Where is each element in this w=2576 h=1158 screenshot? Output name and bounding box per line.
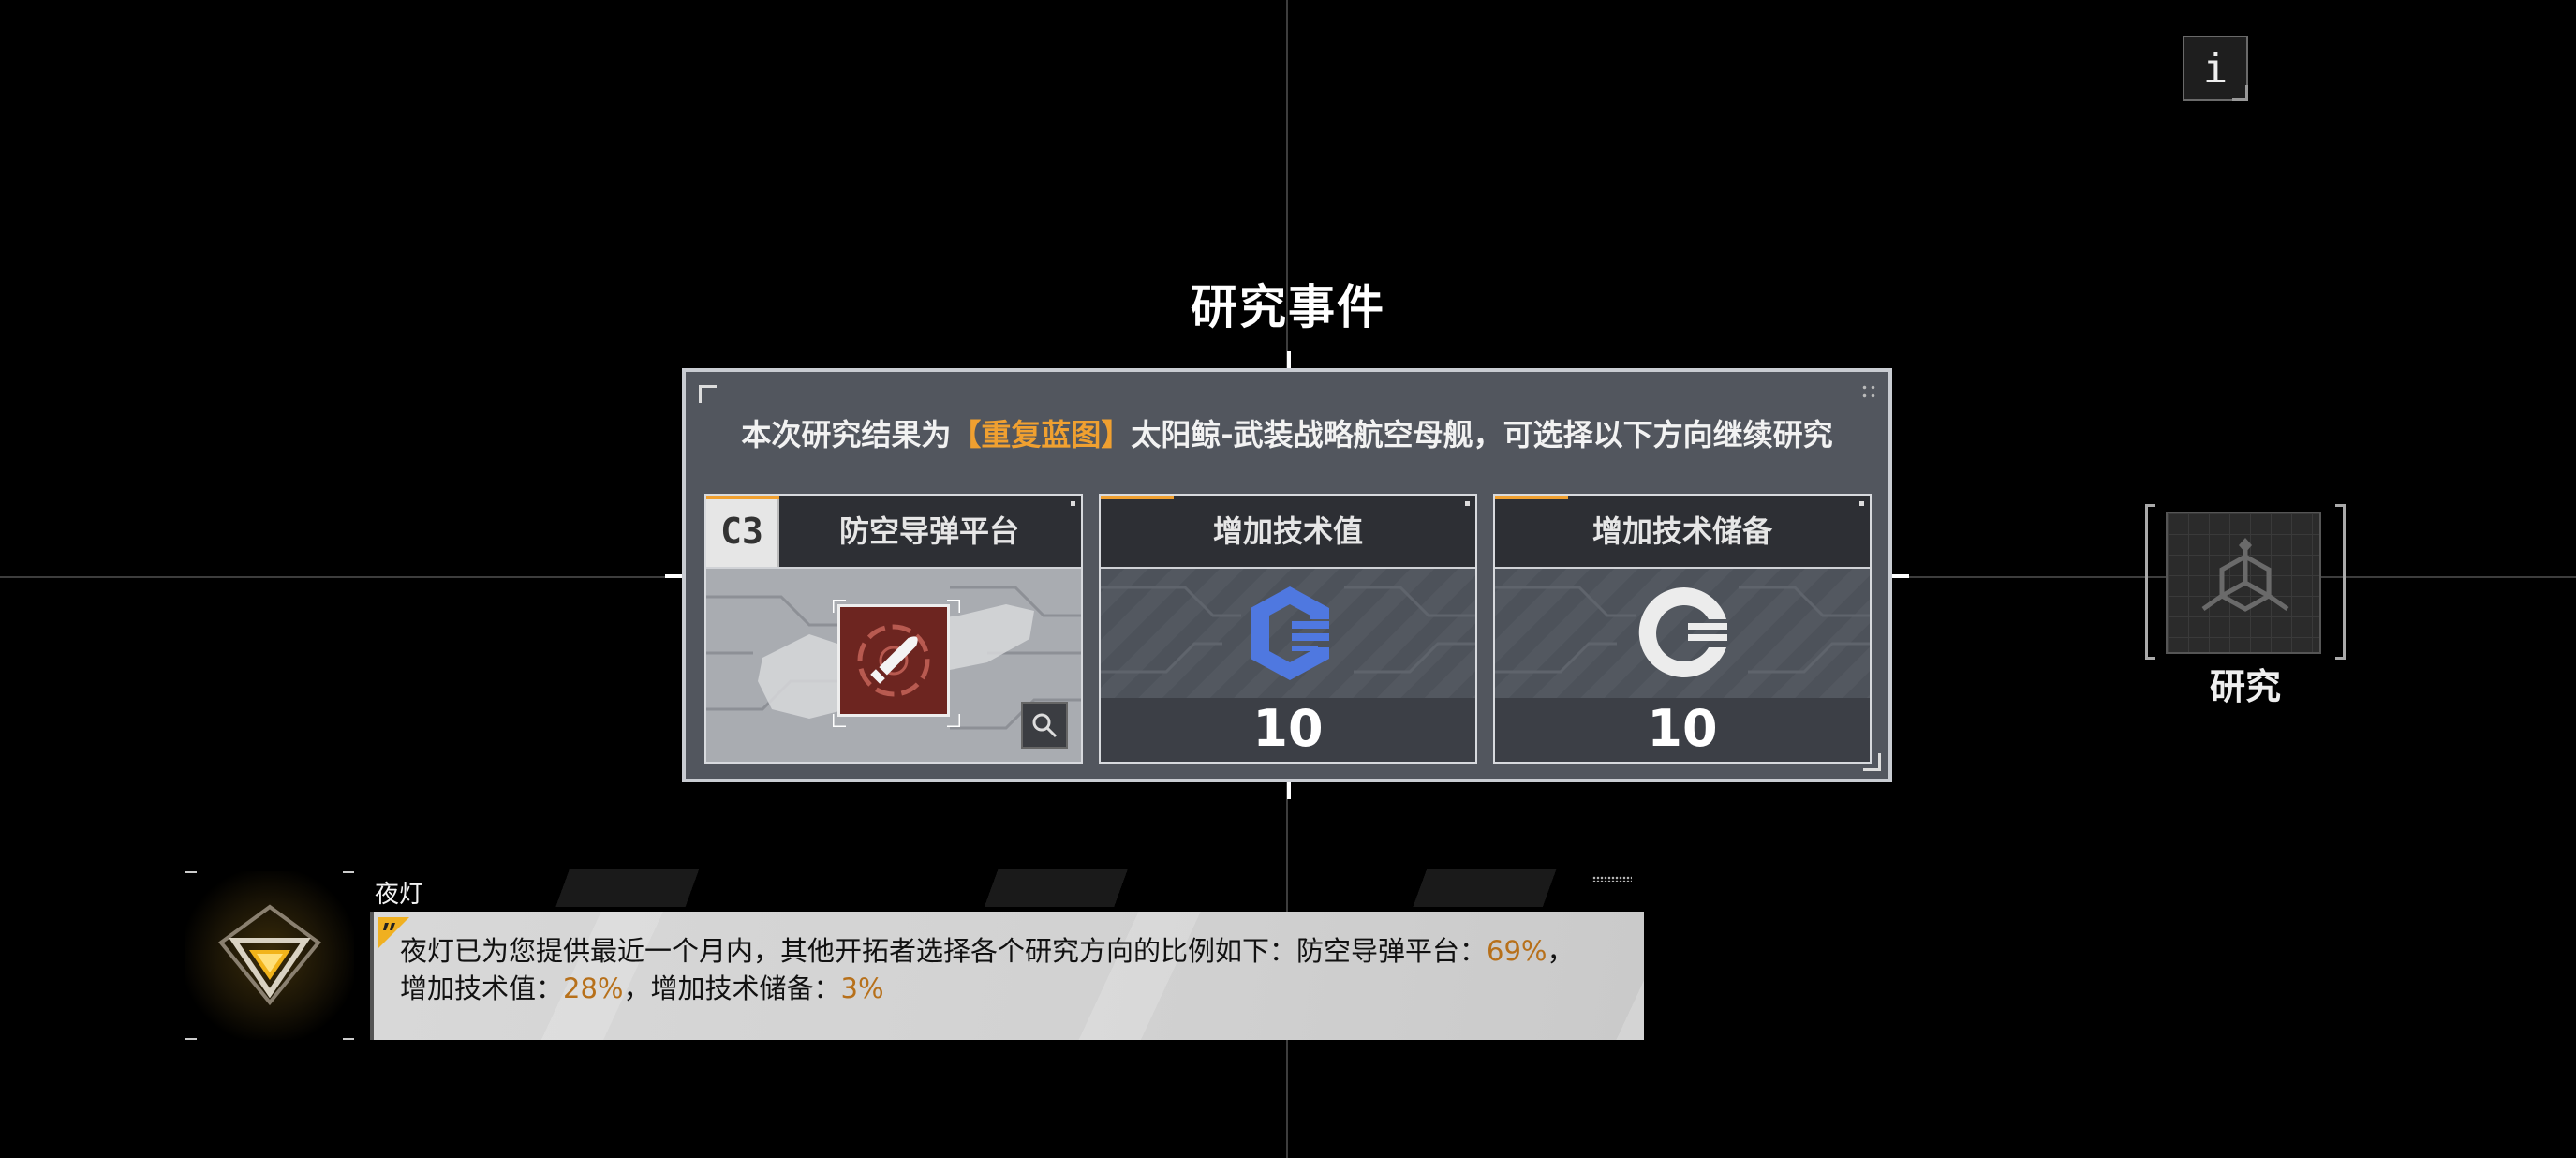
panel-tick-top	[1287, 351, 1291, 368]
dialog-box[interactable]: 夜灯已为您提供最近一个月内，其他开拓者选择各个研究方向的比例如下：防空导弹平台：…	[370, 912, 1644, 1040]
page-title: 研究事件	[1191, 280, 1385, 334]
panel-dots-decoration	[1860, 383, 1877, 400]
panel-tick-right	[1892, 574, 1909, 578]
research-label: 研究	[2209, 666, 2281, 707]
circle-tech-icon	[1638, 586, 1727, 677]
zoom-button[interactable]	[1021, 702, 1068, 749]
card-dot	[1071, 501, 1075, 506]
research-bracket-left	[2145, 504, 2155, 660]
card-title: 增加技术值	[1212, 513, 1363, 549]
info-button[interactable]: i	[2183, 36, 2248, 101]
dialog-line2-prefix: 增加技术值：	[400, 972, 564, 1004]
tier-badge: C3	[706, 496, 779, 567]
card-header: 防空导弹平台 C3	[706, 496, 1081, 569]
avatar-tick	[343, 871, 354, 873]
dialog-line2-mid: ，增加技术储备：	[623, 972, 841, 1004]
avatar-tick	[185, 871, 197, 873]
info-button-corner	[2232, 85, 2248, 101]
card-header: 增加技术储备	[1495, 496, 1870, 569]
result-prefix: 本次研究结果为	[741, 417, 952, 453]
card-title: 增加技术储备	[1591, 513, 1772, 549]
avatar-tick	[185, 1038, 197, 1040]
info-icon: i	[2202, 44, 2228, 93]
percent-tech-value: 28%	[563, 972, 624, 1004]
dots-decoration	[1592, 876, 1632, 882]
option-card-tech-reserve[interactable]: 增加技术储备 10	[1493, 494, 1872, 764]
research-hex-icon	[2201, 538, 2289, 612]
card-header: 增加技术值	[1101, 496, 1475, 569]
result-description: 本次研究结果为【重复蓝图】太阳鲸-武装战略航空母舰，可选择以下方向继续研究	[686, 411, 1888, 454]
weapon-frame	[833, 600, 960, 727]
research-button[interactable]	[2145, 504, 2346, 660]
panel-tick-bottom	[1287, 782, 1291, 799]
speaker-name: 夜灯	[375, 881, 424, 909]
card-value: 10	[1252, 699, 1324, 758]
card-accent	[706, 496, 779, 499]
card-title: 防空导弹平台	[838, 513, 1019, 549]
panel-corner-top-left	[699, 385, 717, 403]
percent-tech-reserve: 3%	[840, 972, 884, 1004]
percent-missile-platform: 69%	[1487, 935, 1547, 967]
dialog-text: 夜灯已为您提供最近一个月内，其他开拓者选择各个研究方向的比例如下：防空导弹平台：…	[400, 932, 1616, 1007]
research-frame	[2166, 512, 2321, 654]
result-highlight: 【重复蓝图】	[951, 417, 1132, 453]
panel-tick-left	[665, 574, 682, 578]
card-value: 10	[1647, 699, 1718, 758]
dialog-line1-suffix: ，	[1547, 935, 1575, 967]
research-bracket-right	[2335, 504, 2346, 660]
result-suffix: 太阳鲸-武装战略航空母舰，可选择以下方向继续研究	[1131, 417, 1833, 453]
card-body	[706, 569, 1081, 762]
dialog-line1-prefix: 夜灯已为您提供最近一个月内，其他开拓者选择各个研究方向的比例如下：防空导弹平台：	[400, 935, 1488, 967]
weapon-frame-corners	[833, 600, 960, 727]
speaker-avatar	[185, 871, 354, 1040]
card-body: 10	[1495, 569, 1870, 762]
magnifier-icon	[1032, 713, 1058, 738]
option-card-tech-value[interactable]: 增加技术值 10	[1099, 494, 1477, 764]
hexagon-tech-icon	[1251, 586, 1329, 680]
card-body: 10	[1101, 569, 1475, 762]
speaker-name-strip	[370, 869, 1644, 907]
research-event-panel: 本次研究结果为【重复蓝图】太阳鲸-武装战略航空母舰，可选择以下方向继续研究 防空…	[665, 351, 1909, 799]
avatar-tick	[343, 1038, 354, 1040]
option-card-missile-platform[interactable]: 防空导弹平台 C3	[704, 494, 1083, 764]
nightlight-triangle-icon	[218, 904, 321, 1006]
